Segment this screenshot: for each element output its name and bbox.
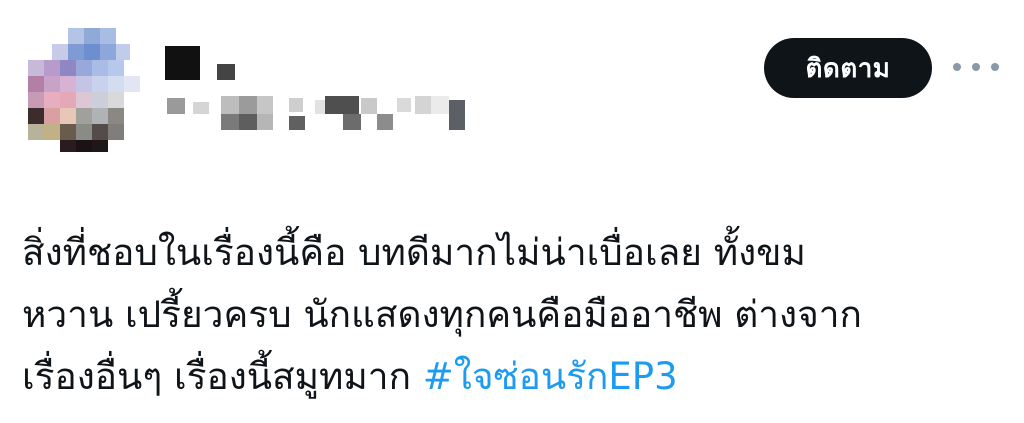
tweet-text-line-2: หวาน เปรี้ยวครบ นักแสดงทุกคนคือมืออาชีพ …: [22, 293, 862, 336]
follow-button[interactable]: ติดตาม: [764, 38, 932, 98]
user-handle[interactable]: [165, 96, 465, 134]
follow-button-label: ติดตาม: [805, 53, 891, 84]
tweet-text-line-1: สิ่งที่ชอบในเรื่องนี้คือ บทดีมากไม่น่าเบ…: [22, 231, 806, 274]
tweet-text-line-3: เรื่องอื่นๆ เรื่องนี้สมูทมาก #ใจซ่อนรักE…: [22, 346, 1012, 408]
avatar[interactable]: [28, 28, 160, 152]
display-name[interactable]: [165, 46, 245, 82]
tweet-text: สิ่งที่ชอบในเรื่องนี้คือ บทดีมากไม่น่าเบ…: [22, 222, 1012, 408]
more-dot: [972, 63, 980, 71]
hashtag-link[interactable]: #ใจซ่อนรักEP3: [423, 355, 678, 398]
more-options-icon[interactable]: [953, 52, 999, 82]
more-dot: [953, 63, 961, 71]
tweet-text-line-3-body: เรื่องอื่นๆ เรื่องนี้สมูทมาก: [22, 355, 423, 398]
more-dot: [991, 63, 999, 71]
